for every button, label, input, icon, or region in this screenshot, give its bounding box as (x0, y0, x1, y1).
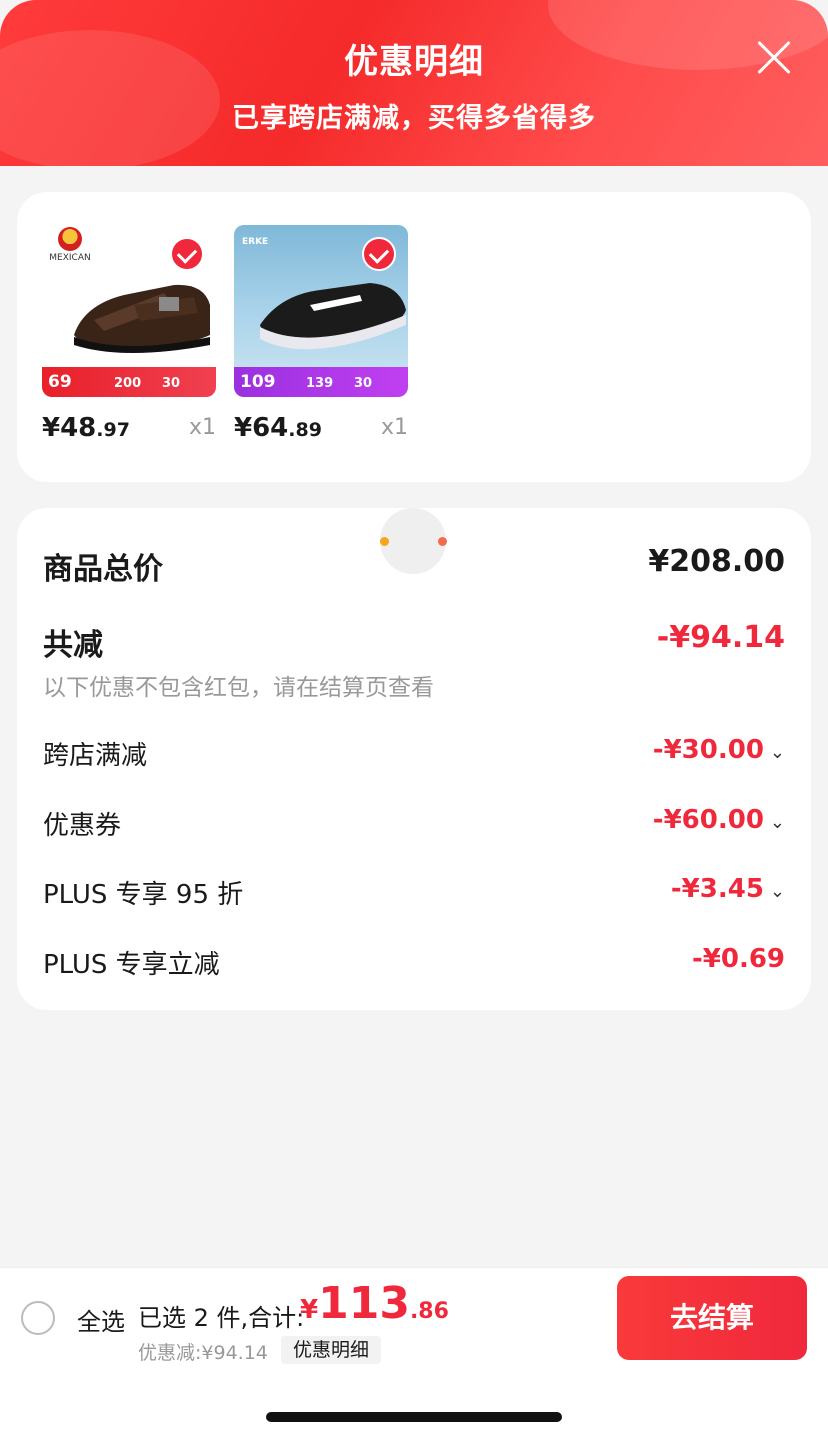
sandal-image (74, 284, 210, 353)
chevron-down-icon[interactable]: ⌄ (770, 742, 785, 763)
discount-label: 跨店满减 (43, 741, 148, 771)
page-title: 优惠明细 (344, 42, 484, 82)
brand-logo: MEXICAN (48, 227, 92, 263)
discount-item-plus-95[interactable]: PLUS 专享 95 折 -¥3.45 ⌄ (43, 874, 785, 914)
price-decimal: .89 (288, 419, 322, 441)
total-label: 商品总价 (43, 552, 163, 587)
promo-bar: 69 200 30 (42, 367, 216, 397)
amount-currency: ¥ (300, 1295, 319, 1325)
discount-amount: -¥3.45 (670, 874, 764, 904)
discount-value: -¥0.69 (691, 944, 785, 974)
brand-name: MEXICAN (49, 253, 91, 263)
header-banner: 优惠明细 已享跨店满减，买得多省得多 (0, 0, 828, 166)
sneaker-image (260, 283, 406, 350)
discount-item-plus-instant: PLUS 专享立减 -¥0.69 (43, 944, 785, 984)
discount-amount: -¥60.00 (652, 805, 764, 835)
promo-threshold: 139 (306, 376, 334, 391)
reduce-label: 共减 (43, 628, 103, 663)
promo-bar: 109 139 30 (234, 367, 408, 397)
discount-value: -¥30.00 ⌄ (653, 735, 785, 765)
promo-discount: 30 (354, 376, 373, 391)
selected-check-icon[interactable] (362, 237, 396, 271)
discount-value: -¥3.45 ⌄ (671, 874, 785, 904)
checkout-bar: 全选 已选 2 件,合计: ¥113.86 优惠减:¥94.14 优惠明细 去结… (0, 1267, 828, 1367)
amount-decimal: .86 (409, 1299, 449, 1324)
promo-price: 69 (48, 372, 72, 392)
discount-label: 优惠券 (43, 811, 122, 841)
discount-summary: 优惠减:¥94.14 (138, 1342, 268, 1364)
promo-threshold: 200 (114, 376, 142, 391)
close-icon[interactable] (756, 40, 792, 76)
total-reduce-row: 共减 -¥94.14 (43, 620, 785, 663)
select-all-radio[interactable] (21, 1301, 55, 1335)
home-indicator[interactable] (266, 1412, 562, 1422)
brand-name: ERKE (242, 237, 269, 247)
total-value: ¥208.00 (648, 544, 785, 579)
products-card: MEXICAN 69 200 30 ¥48.97 x1 ERKE 109 139… (17, 192, 811, 482)
select-all-label[interactable]: 全选 (77, 1302, 125, 1337)
brand-logo-icon (58, 227, 82, 251)
promo-discount: 30 (162, 376, 181, 391)
product-item[interactable]: MEXICAN 69 200 30 ¥48.97 x1 (42, 225, 216, 443)
product-price: ¥64.89 (234, 413, 322, 443)
home-area (0, 1367, 828, 1439)
product-item[interactable]: ERKE 109 139 30 ¥64.89 x1 (234, 225, 408, 443)
discount-label: PLUS 专享 95 折 (43, 880, 244, 910)
total-price-row: 商品总价 ¥208.00 (43, 544, 785, 587)
page-subtitle: 已享跨店满减，买得多省得多 (232, 103, 596, 134)
discount-item-cross-store[interactable]: 跨店满减 -¥30.00 ⌄ (43, 735, 785, 775)
discount-value: -¥60.00 ⌄ (653, 805, 785, 835)
selected-check-icon[interactable] (170, 237, 204, 271)
product-image[interactable]: MEXICAN 69 200 30 (42, 225, 216, 397)
chevron-down-icon[interactable]: ⌄ (770, 812, 785, 833)
chevron-down-icon[interactable]: ⌄ (770, 881, 785, 902)
discount-note: 以下优惠不包含红包，请在结算页查看 (43, 675, 434, 701)
price-integer: ¥48 (42, 413, 97, 443)
discount-detail-button[interactable]: 优惠明细 (281, 1336, 382, 1364)
discount-amount: -¥30.00 (652, 735, 764, 765)
discount-item-coupon[interactable]: 优惠券 -¥60.00 ⌄ (43, 805, 785, 845)
product-price: ¥48.97 (42, 413, 130, 443)
reduce-value: -¥94.14 (656, 620, 785, 655)
product-quantity: x1 (188, 415, 216, 440)
discount-summary-card: 商品总价 ¥208.00 共减 -¥94.14 以下优惠不包含红包，请在结算页查… (17, 508, 811, 1010)
selected-count: 已选 2 件,合计: (138, 1304, 305, 1332)
promo-price: 109 (240, 372, 276, 392)
discount-label: PLUS 专享立减 (43, 950, 220, 980)
checkout-button[interactable]: 去结算 (617, 1276, 807, 1360)
total-amount: ¥113.86 (300, 1278, 449, 1329)
price-decimal: .97 (96, 419, 130, 441)
price-integer: ¥64 (234, 413, 289, 443)
product-quantity: x1 (380, 415, 408, 440)
amount-integer: 113 (318, 1278, 410, 1329)
product-image[interactable]: ERKE 109 139 30 (234, 225, 408, 397)
